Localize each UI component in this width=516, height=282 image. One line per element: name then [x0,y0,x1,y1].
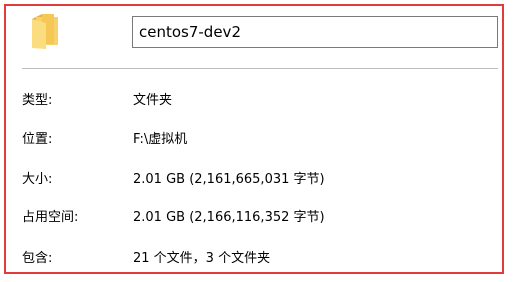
property-row-size: 大小: 2.01 GB (2,161,665,031 字节) [0,168,500,192]
property-value-contains: 21 个文件，3 个文件夹 [133,251,271,266]
property-label-location: 位置: [22,132,53,147]
property-row-size-on-disk: 占用空间: 2.01 GB (2,166,116,352 字节) [0,206,500,230]
folder-name-input[interactable]: centos7-dev2 [132,16,498,48]
folder-icon [30,13,60,49]
property-label-size: 大小: [22,172,53,187]
property-value-location: F:\虚拟机 [133,132,188,147]
property-value-size: 2.01 GB (2,161,665,031 字节) [133,172,325,187]
property-row-contains: 包含: 21 个文件，3 个文件夹 [0,247,500,271]
property-row-type: 类型: 文件夹 [0,89,500,113]
property-value-type: 文件夹 [133,93,173,108]
property-label-contains: 包含: [22,251,53,266]
divider [22,68,498,69]
property-value-size-on-disk: 2.01 GB (2,166,116,352 字节) [133,210,325,225]
property-row-location: 位置: F:\虚拟机 [0,128,500,152]
property-label-type: 类型: [22,93,53,108]
property-label-size-on-disk: 占用空间: [22,210,79,225]
